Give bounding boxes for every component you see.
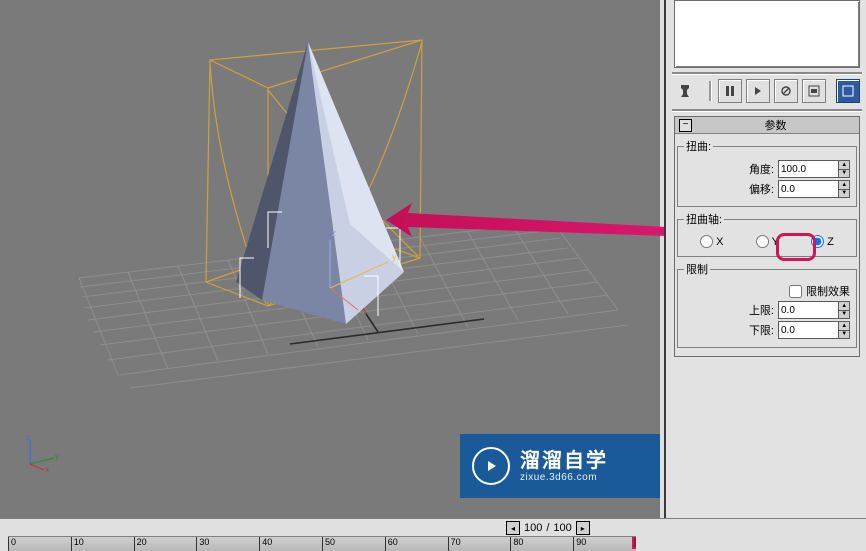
ruler-tick: 80 — [510, 537, 523, 551]
spinner-down-icon[interactable]: ▼ — [839, 311, 849, 319]
spinner-down-icon[interactable]: ▼ — [839, 170, 849, 178]
limit-effect-checkbox[interactable] — [789, 285, 802, 298]
perspective-viewport[interactable]: z y x z y x — [8, 0, 660, 518]
spinner-up-icon[interactable]: ▲ — [839, 181, 849, 190]
current-frame: 100 — [524, 522, 542, 534]
svg-text:y: y — [55, 452, 59, 461]
svg-text:x: x — [45, 465, 49, 472]
configure-sets-icon[interactable] — [802, 79, 826, 103]
spinner-up-icon[interactable]: ▲ — [839, 302, 849, 311]
watermark-title: 溜溜自学 — [520, 450, 608, 472]
axis-z-label: Z — [827, 236, 834, 248]
ruler-tick: 50 — [322, 537, 335, 551]
make-unique-icon[interactable] — [746, 79, 770, 103]
limit-group: 限制 限制效果 上限: ▲▼ 下限: — [677, 261, 857, 348]
axis-x-radio[interactable]: X — [700, 235, 723, 248]
svg-text:x: x — [362, 306, 367, 316]
step-back-icon[interactable]: ◂ — [506, 521, 520, 535]
frame-separator: / — [546, 522, 549, 534]
axis-x-label: X — [716, 236, 723, 248]
lower-label: 下限: — [749, 322, 774, 338]
bias-input[interactable] — [779, 181, 838, 197]
parameters-rollout: − 参数 扭曲: 角度: ▲▼ 偏移: — [674, 116, 860, 357]
twist-axis-group: 扭曲轴: X Y Z — [677, 211, 857, 257]
upper-input[interactable] — [779, 302, 838, 318]
remove-modifier-icon[interactable] — [774, 79, 798, 103]
lower-input[interactable] — [779, 322, 838, 338]
play-circle-icon — [472, 447, 510, 485]
axis-y-label: Y — [772, 236, 779, 248]
bias-spinner[interactable]: ▲▼ — [778, 180, 850, 198]
pin-stack-icon[interactable] — [674, 80, 696, 102]
svg-text:y: y — [392, 252, 397, 262]
limit-effect-label: 限制效果 — [806, 283, 850, 299]
frame-indicator[interactable]: ◂ 100 / 100 ▸ — [506, 521, 590, 535]
viewport-container: z y x z y x — [0, 0, 660, 518]
rollout-header[interactable]: − 参数 — [675, 117, 859, 134]
bias-label: 偏移: — [749, 181, 774, 197]
world-axis-gizmo: z y x — [22, 432, 62, 472]
axis-y-radio[interactable]: Y — [756, 235, 779, 248]
upper-label: 上限: — [749, 302, 774, 318]
watermark-banner: 溜溜自学 zixue.3d66.com — [460, 434, 660, 498]
svg-text:z: z — [332, 228, 337, 238]
ruler-tick: 30 — [196, 537, 209, 551]
ruler-tick: 20 — [134, 537, 147, 551]
show-end-result-icon[interactable] — [718, 79, 742, 103]
axis-z-radio[interactable]: Z — [811, 235, 834, 248]
upper-spinner[interactable]: ▲▼ — [778, 301, 850, 319]
ruler-tick: 60 — [385, 537, 398, 551]
panel-settings-icon[interactable] — [836, 79, 860, 103]
ruler-tick: 0 — [8, 537, 16, 551]
ruler-tick: 10 — [71, 537, 84, 551]
ruler-tick: 90 — [573, 537, 586, 551]
angle-label: 角度: — [749, 161, 774, 177]
step-forward-icon[interactable]: ▸ — [576, 521, 590, 535]
command-panel: − 参数 扭曲: 角度: ▲▼ 偏移: — [664, 0, 866, 518]
angle-input[interactable] — [779, 161, 838, 177]
limit-legend: 限制 — [684, 261, 710, 277]
spinner-up-icon[interactable]: ▲ — [839, 322, 849, 331]
axis-legend: 扭曲轴: — [684, 211, 724, 227]
spinner-down-icon[interactable]: ▼ — [839, 331, 849, 339]
ruler-tick: 70 — [448, 537, 461, 551]
spinner-down-icon[interactable]: ▼ — [839, 190, 849, 198]
svg-text:z: z — [26, 433, 30, 442]
stack-preview[interactable] — [674, 0, 860, 68]
time-slider-bar: ◂ 100 / 100 ▸ 0102030405060708090100 — [0, 518, 866, 551]
collapse-icon[interactable]: − — [679, 119, 692, 132]
watermark-url: zixue.3d66.com — [520, 472, 608, 483]
ruler-tick: 40 — [259, 537, 272, 551]
twist-group: 扭曲: 角度: ▲▼ 偏移: ▲▼ — [677, 138, 857, 207]
total-frames: 100 — [553, 522, 571, 534]
lower-spinner[interactable]: ▲▼ — [778, 321, 850, 339]
rollout-title: 参数 — [696, 117, 855, 133]
modifier-toolbar — [672, 79, 862, 107]
spinner-up-icon[interactable]: ▲ — [839, 161, 849, 170]
twist-legend: 扭曲: — [684, 138, 713, 154]
angle-spinner[interactable]: ▲▼ — [778, 160, 850, 178]
time-ruler[interactable]: 0102030405060708090100 — [8, 536, 636, 551]
time-slider-thumb[interactable] — [632, 536, 636, 549]
